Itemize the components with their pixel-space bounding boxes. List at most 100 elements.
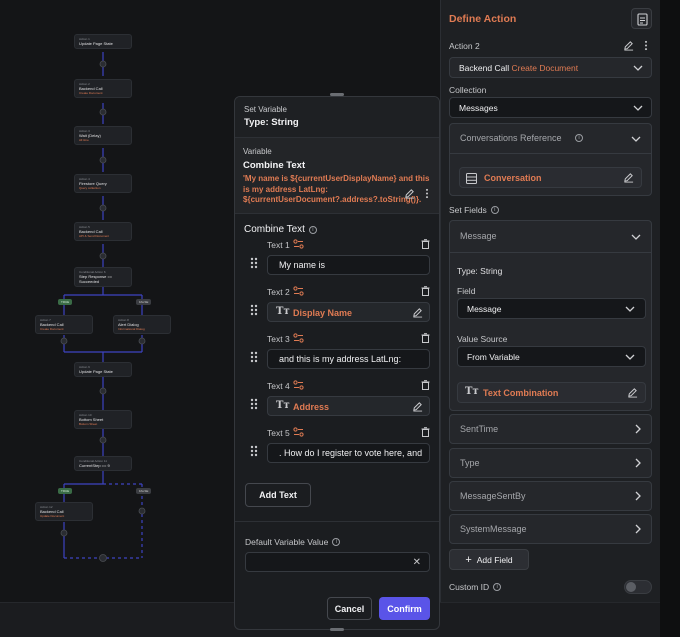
more-vertical-icon[interactable] xyxy=(644,40,648,51)
define-action-panel: Define Action Action 2 Backend Call Crea… xyxy=(440,0,660,602)
message-field-header[interactable]: Message xyxy=(450,221,651,253)
custom-id-label-row: Custom ID i xyxy=(449,582,502,592)
conversation-value-chip[interactable]: Conversation xyxy=(459,167,642,188)
add-field-button[interactable]: + Add Field xyxy=(449,549,529,570)
field-row-systemmessage[interactable]: SystemMessage xyxy=(449,514,652,544)
flow-node-title: Update Page State xyxy=(79,41,113,46)
default-value-input[interactable]: ✕ xyxy=(245,552,430,572)
flow-node-condition-6[interactable]: Conditional Action 6 Step Response == Su… xyxy=(74,267,132,287)
variable-section[interactable]: Variable Combine Text 'My name is ${curr… xyxy=(235,138,439,214)
field-select[interactable]: Message xyxy=(457,298,646,319)
flow-node-subtitle: Update Document xyxy=(40,514,65,518)
confirm-button[interactable]: Confirm xyxy=(379,597,430,620)
info-icon[interactable]: i xyxy=(490,206,499,214)
flow-node-subtitle: All time xyxy=(79,138,89,142)
flow-node-action-10[interactable]: Action 10 Bottom Sheet Bottom Sheet xyxy=(74,410,132,429)
text-combination-chip[interactable]: Tт Text Combination xyxy=(457,382,646,403)
edit-icon[interactable] xyxy=(404,188,415,199)
add-text-button[interactable]: Add Text xyxy=(245,483,311,507)
text-item-input[interactable]: . How do I register to vote here, and xyxy=(267,443,430,463)
flow-node-action-9[interactable]: Action 9 Update Page State xyxy=(74,362,132,377)
drag-handle-icon[interactable] xyxy=(250,257,258,269)
trash-icon[interactable] xyxy=(421,239,430,249)
message-field-card: Message Type: String Field Message Value… xyxy=(449,220,652,411)
action-number-label: Action 2 xyxy=(449,41,480,51)
clear-icon[interactable]: ✕ xyxy=(413,557,421,568)
document-button[interactable] xyxy=(631,8,652,29)
field-row-type[interactable]: Type xyxy=(449,448,652,478)
message-field-label: Message xyxy=(460,231,497,241)
flow-node-action-2[interactable]: Action 2 Backend Call Create Document xyxy=(74,79,132,98)
action-type-subtype: Create Document xyxy=(511,62,579,73)
custom-id-toggle[interactable] xyxy=(624,580,652,594)
chevron-down-icon xyxy=(633,105,643,111)
flow-node-subtitle: Bottom Sheet xyxy=(79,422,98,426)
flow-node-action-4[interactable]: Action 4 Firestore Query Query collectio… xyxy=(74,174,132,193)
flow-node-condition-11[interactable]: Conditional Action 11 CurrentStep == 9 xyxy=(74,456,132,471)
options-icon[interactable] xyxy=(293,333,304,343)
drag-handle-icon[interactable] xyxy=(250,398,258,410)
field-row-messagesentby[interactable]: MessageSentBy xyxy=(449,481,652,511)
trash-icon[interactable] xyxy=(421,286,430,296)
collection-select[interactable]: Messages xyxy=(449,97,652,118)
true-branch-tag: TRUE xyxy=(58,299,73,305)
trash-icon[interactable] xyxy=(421,427,430,437)
drag-handle-icon[interactable] xyxy=(250,304,258,316)
text-combination-value: Text Combination xyxy=(483,388,559,398)
flow-node-subtitle: Create Document xyxy=(40,327,64,331)
conversations-reference-header[interactable]: Conversations Reference i xyxy=(450,124,651,154)
flow-node-action-1[interactable]: Action 1 Update Page State xyxy=(74,34,132,49)
cancel-button[interactable]: Cancel xyxy=(327,597,372,620)
chevron-down-icon xyxy=(625,354,635,360)
variable-expression: 'My name is ${currentUserDisplayName} an… xyxy=(243,174,430,206)
info-icon[interactable]: i xyxy=(575,134,583,142)
table-icon xyxy=(466,173,477,184)
field-value: Message xyxy=(467,303,502,314)
chevron-right-icon xyxy=(635,524,641,534)
edit-icon[interactable] xyxy=(623,172,634,183)
drag-handle-icon[interactable] xyxy=(250,445,258,457)
edit-icon[interactable] xyxy=(412,401,423,412)
dialog-type: Type: String xyxy=(244,117,299,128)
flow-node-action-5[interactable]: Action 5 Backend Call API & Send Documen… xyxy=(74,222,132,241)
text-item-input[interactable]: My name is xyxy=(267,255,430,275)
action-type-select[interactable]: Backend Call Create Document xyxy=(449,57,652,78)
text-item-chip[interactable]: Tт Address xyxy=(267,396,430,416)
trash-icon[interactable] xyxy=(421,333,430,343)
chevron-right-icon xyxy=(635,424,641,434)
trash-icon[interactable] xyxy=(421,380,430,390)
default-value-label-row: Default Variable Value i xyxy=(245,537,341,547)
panel-title: Define Action xyxy=(449,13,517,25)
document-icon xyxy=(637,13,648,26)
false-branch-tag: FALSE xyxy=(136,488,152,494)
text-item-input[interactable]: and this is my address LatLng: xyxy=(267,349,430,369)
info-icon[interactable]: i xyxy=(332,538,341,546)
options-icon[interactable] xyxy=(293,286,304,296)
field-row-senttime[interactable]: SentTime xyxy=(449,414,652,444)
info-icon[interactable]: i xyxy=(308,225,317,234)
flow-node-action-3[interactable]: Action 3 Wait (Delay) All time xyxy=(74,126,132,145)
drag-handle-icon[interactable] xyxy=(250,351,258,363)
set-fields-label-row: Set Fields i xyxy=(449,205,499,215)
chevron-right-icon xyxy=(635,491,641,501)
true-branch-tag: TRUE xyxy=(58,488,73,494)
modal-bottom-handle[interactable] xyxy=(330,628,344,631)
edit-icon[interactable] xyxy=(627,387,638,398)
text-item-label: Text 3 xyxy=(267,334,290,344)
options-icon[interactable] xyxy=(293,380,304,390)
info-icon[interactable]: i xyxy=(493,583,502,591)
text-item-chip[interactable]: Tт Display Name xyxy=(267,302,430,322)
toggle-knob xyxy=(626,582,636,592)
flow-node-action-12[interactable]: Action 12 Backend Call Update Document xyxy=(35,502,93,521)
flow-node-title: Update Page State xyxy=(79,369,113,374)
options-icon[interactable] xyxy=(293,427,304,437)
window-edge xyxy=(660,0,680,637)
flow-node-action-7[interactable]: Action 7 Backend Call Create Document xyxy=(35,315,93,334)
edit-icon[interactable] xyxy=(623,40,634,51)
flow-node-action-8[interactable]: Action 8 Alert Dialog Informational Dial… xyxy=(113,315,171,334)
more-vertical-icon[interactable] xyxy=(425,188,429,199)
options-icon[interactable] xyxy=(293,239,304,249)
edit-icon[interactable] xyxy=(412,307,423,318)
value-source-select[interactable]: From Variable xyxy=(457,346,646,367)
flow-node-subtitle: Informational Dialog xyxy=(118,327,145,331)
